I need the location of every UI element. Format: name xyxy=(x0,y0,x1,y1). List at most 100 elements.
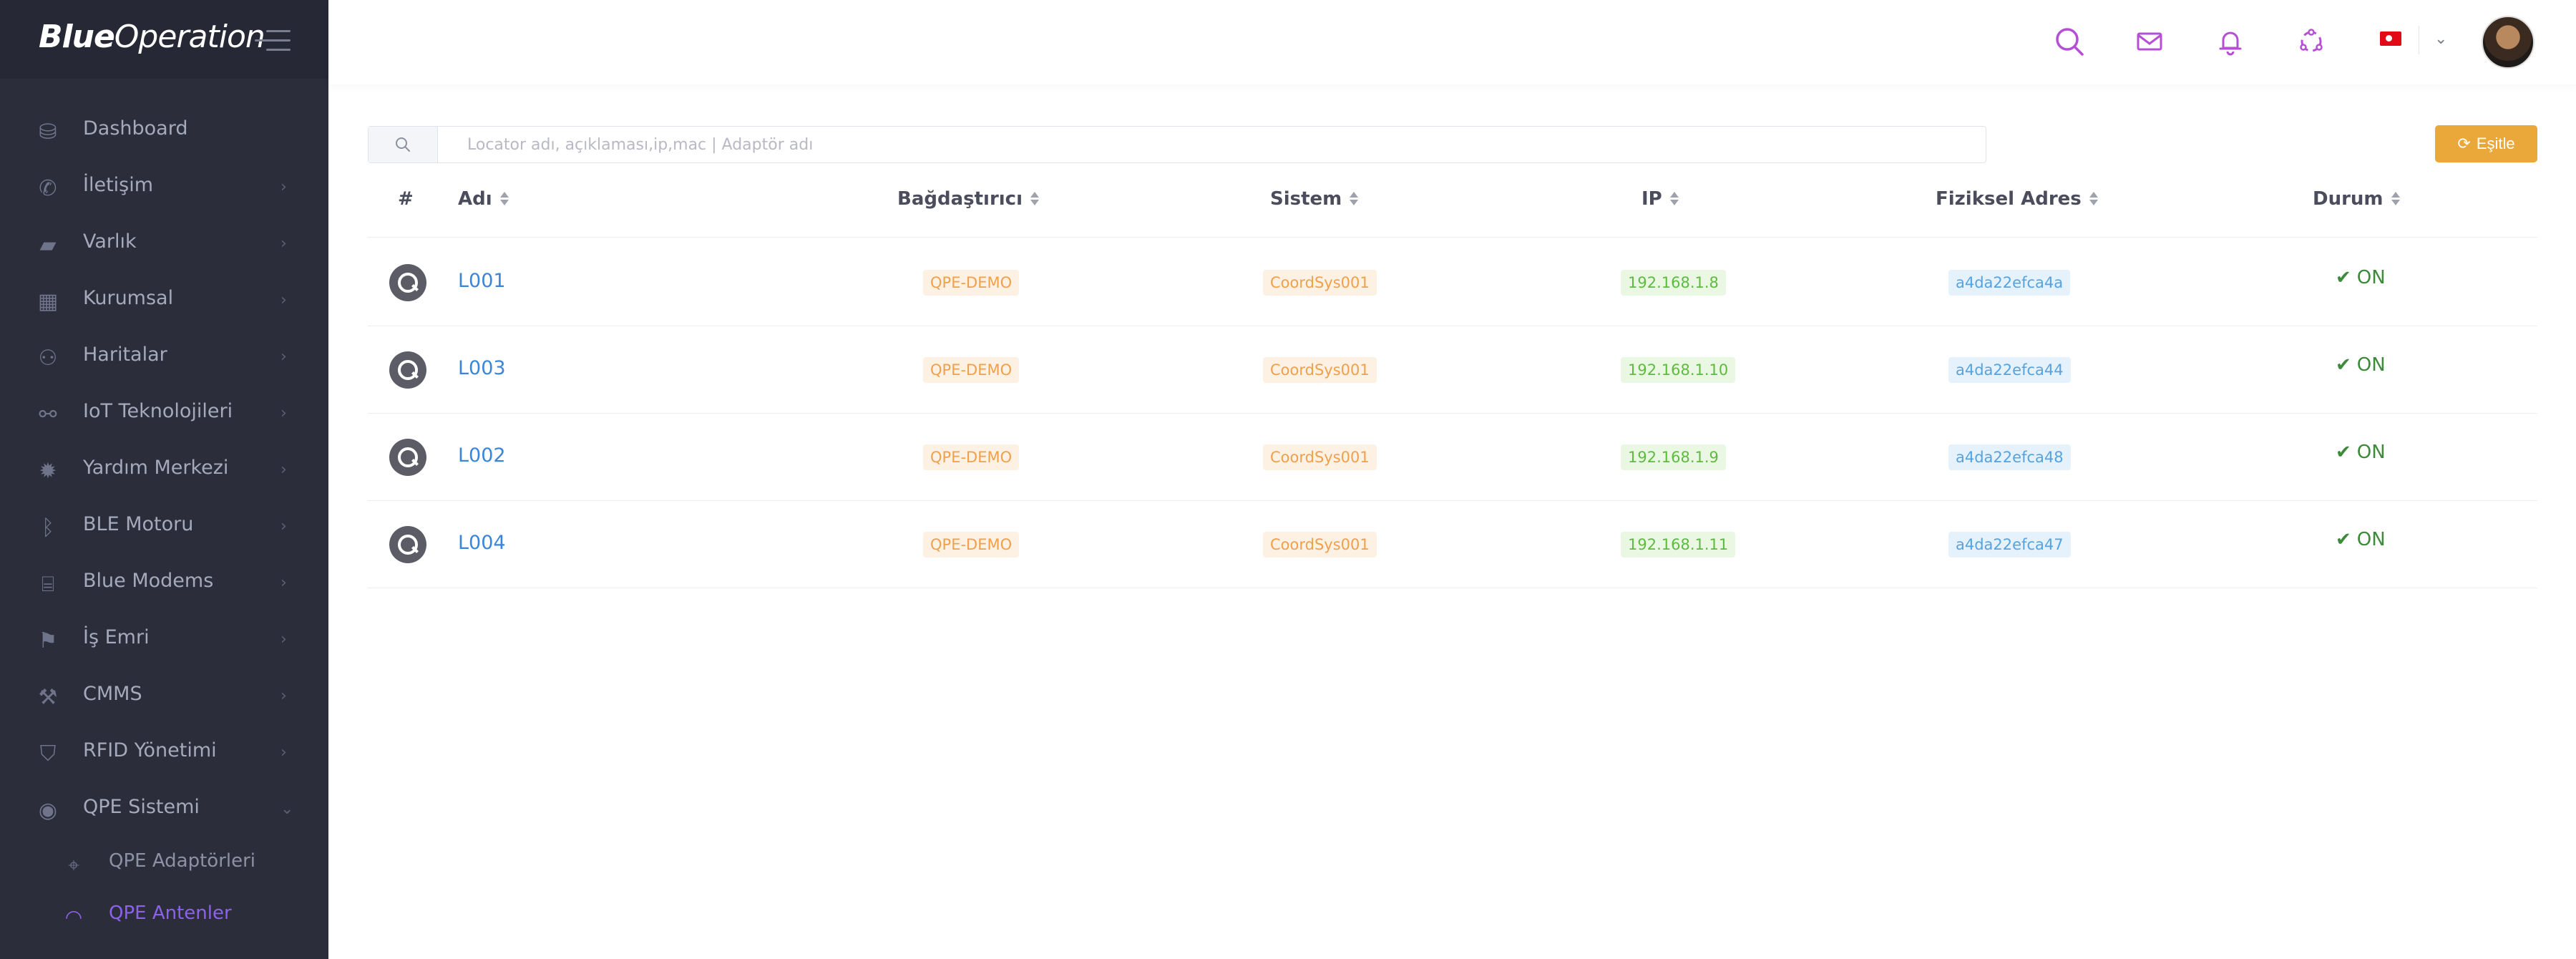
brand-logo-rest: Operation xyxy=(114,19,265,55)
building-icon: ▦ xyxy=(37,289,59,314)
locator-name-link[interactable]: L003 xyxy=(458,357,506,379)
mac-badge: a4da22efca44 xyxy=(1948,357,2071,383)
column-header-index: # xyxy=(398,188,414,210)
chevron-right-icon: › xyxy=(280,574,287,592)
sidebar-item-yardım-merkezi[interactable]: ✹ Yardım Merkezi › xyxy=(0,447,328,494)
column-header-mac[interactable]: Fiziksel Adres xyxy=(1936,185,2099,213)
menu-toggle-icon[interactable] xyxy=(255,29,291,53)
sidebar-subitem-label: QPE Adaptörleri xyxy=(109,850,256,872)
mac-badge: a4da22efca4a xyxy=(1948,270,2071,296)
sidebar-item-i̇ş-emri[interactable]: ⚑ İş Emri › xyxy=(0,616,328,663)
avatar[interactable] xyxy=(2482,16,2534,69)
chevron-right-icon: › xyxy=(280,404,287,422)
sort-icon[interactable] xyxy=(1349,190,1359,208)
sync-button[interactable]: ⟳ Eşitle xyxy=(2435,125,2537,162)
sidebar-item-label: Yardım Merkezi xyxy=(83,457,229,479)
search-icon xyxy=(396,137,410,152)
sidebar-item-ble-motoru[interactable]: ᛒ BLE Motoru › xyxy=(0,503,328,550)
turkey-flag-icon[interactable] xyxy=(2380,31,2401,46)
sidebar-subitem-qpe-adaptörleri[interactable]: ⌖ QPE Adaptörleri xyxy=(0,840,328,887)
table-row[interactable]: L002 QPE-DEMO CoordSys001 192.168.1.9 a4da22… xyxy=(368,413,2537,500)
adapter-badge: QPE-DEMO xyxy=(923,270,1020,296)
locator-name-link[interactable]: L001 xyxy=(458,270,506,292)
check-icon: ✔ xyxy=(2336,442,2351,463)
sidebar-subitem-label: QPE Antenler xyxy=(109,902,232,924)
sort-icon[interactable] xyxy=(2089,190,2099,208)
sidebar-subitem-qpe-antenler[interactable]: ◠ QPE Antenler xyxy=(0,892,328,940)
chevron-right-icon: › xyxy=(280,348,287,366)
chevron-down-icon[interactable]: ⌄ xyxy=(2434,30,2447,48)
locator-name-link[interactable]: L002 xyxy=(458,444,506,467)
search-icon[interactable] xyxy=(2052,24,2087,59)
flag-icon: ⚑ xyxy=(38,628,58,653)
status-badge: ✔ ON xyxy=(2336,354,2386,376)
table-row[interactable]: L004 QPE-DEMO CoordSys001 192.168.1.11 a4da2… xyxy=(368,500,2537,588)
bell-icon[interactable] xyxy=(2213,24,2248,59)
sidebar-item-label: Haritalar xyxy=(83,344,167,366)
table-row[interactable]: L001 QPE-DEMO CoordSys001 192.168.1.8 a4da22… xyxy=(368,238,2537,326)
check-icon: ✔ xyxy=(2336,267,2351,288)
sidebar-item-i̇letişim[interactable]: ✆ İletişim › xyxy=(0,164,328,211)
share-nodes-icon[interactable] xyxy=(2294,24,2328,59)
table-row[interactable]: L003 QPE-DEMO CoordSys001 192.168.1.10 a4da2… xyxy=(368,326,2537,413)
sidebar-item-label: RFID Yönetimi xyxy=(83,739,217,761)
ip-badge: 192.168.1.11 xyxy=(1621,532,1736,558)
column-header-name[interactable]: Adı xyxy=(458,185,509,213)
ip-badge: 192.168.1.9 xyxy=(1621,444,1726,470)
sync-icon: ⟳ xyxy=(2457,135,2471,152)
chevron-right-icon: › xyxy=(280,631,287,648)
wifi-icon: ◠ xyxy=(64,905,83,929)
sidebar: BlueOperation ⛁ Dashboard ✆ İletişim › ▰ Varlı… xyxy=(0,0,328,959)
sidebar-item-label: İş Emri xyxy=(83,626,150,648)
bluetooth-icon: ᛒ xyxy=(42,515,54,540)
sidebar-item-label: BLE Motoru xyxy=(83,513,194,535)
header-divider xyxy=(368,237,2537,238)
status-badge: ✔ ON xyxy=(2336,442,2386,463)
chevron-right-icon: › xyxy=(280,178,287,196)
chevron-right-icon: › xyxy=(280,461,287,479)
brand-logo-bold: Blue xyxy=(39,19,115,55)
link-icon: ⚯ xyxy=(39,402,57,427)
search-box xyxy=(368,126,1986,163)
sidebar-item-cmms[interactable]: ⚒ CMMS › xyxy=(0,673,328,720)
sidebar-item-kurumsal[interactable]: ▦ Kurumsal › xyxy=(0,277,328,324)
locator-name-link[interactable]: L004 xyxy=(458,532,506,554)
sort-icon[interactable] xyxy=(2391,190,2401,208)
column-header-ip[interactable]: IP xyxy=(1641,185,1679,213)
sync-button-label: Eşitle xyxy=(2476,135,2515,152)
sidebar-item-varlık[interactable]: ▰ Varlık › xyxy=(0,220,328,268)
sidebar-item-qpe-sistemi[interactable]: ◉ QPE Sistemi ⌄ xyxy=(0,786,328,833)
qpe-icon: ◉ xyxy=(38,798,58,823)
column-header-adapter[interactable]: Bağdaştırıcı xyxy=(897,185,1040,213)
adapter-badge: QPE-DEMO xyxy=(923,444,1020,470)
sidebar-item-blue-modems[interactable]: ⌸ Blue Modems › xyxy=(0,560,328,607)
sidebar-item-label: Blue Modems xyxy=(83,570,214,592)
adapter-badge: QPE-DEMO xyxy=(923,357,1020,383)
briefcase-icon: ▰ xyxy=(39,233,57,258)
brand-bar: BlueOperation xyxy=(0,0,328,79)
chevron-right-icon: › xyxy=(280,744,287,761)
locator-icon xyxy=(389,526,426,563)
locator-icon xyxy=(389,351,426,389)
status-badge: ✔ ON xyxy=(2336,529,2386,550)
mac-badge: a4da22efca47 xyxy=(1948,532,2071,558)
sort-icon[interactable] xyxy=(1669,190,1679,208)
sidebar-item-label: QPE Sistemi xyxy=(83,796,200,818)
sidebar-item-dashboard[interactable]: ⛁ Dashboard xyxy=(0,107,328,155)
sort-icon[interactable] xyxy=(1030,190,1040,208)
brand-logo[interactable]: BlueOperation xyxy=(39,19,265,55)
phone-icon: ✆ xyxy=(39,176,57,201)
search-input[interactable] xyxy=(439,127,1984,162)
sidebar-item-label: Varlık xyxy=(83,230,137,253)
sidebar-item-iot-teknolojileri[interactable]: ⚯ IoT Teknolojileri › xyxy=(0,390,328,437)
sidebar-item-haritalar[interactable]: ⚇ Haritalar › xyxy=(0,334,328,381)
sort-icon[interactable] xyxy=(499,190,509,208)
column-header-status[interactable]: Durum xyxy=(2313,185,2401,213)
column-header-system[interactable]: Sistem xyxy=(1270,185,1359,213)
sidebar-item-rfid-yönetimi[interactable]: ⛉ RFID Yönetimi › xyxy=(0,729,328,777)
mail-icon[interactable] xyxy=(2132,24,2167,59)
tag-icon: ⛉ xyxy=(39,741,57,766)
search-addon xyxy=(369,127,438,162)
ip-badge: 192.168.1.8 xyxy=(1621,270,1726,296)
dashboard-icon: ⛁ xyxy=(39,120,57,145)
